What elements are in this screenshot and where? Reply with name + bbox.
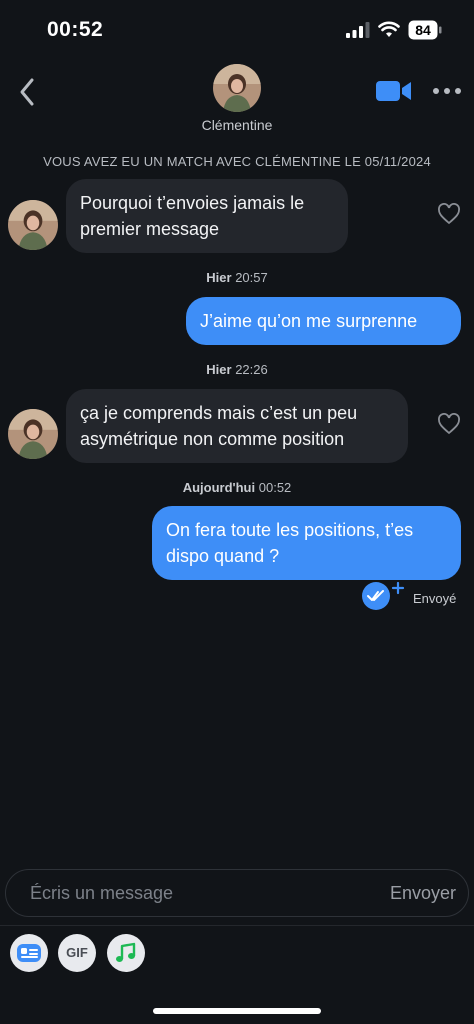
timestamp-time: 00:52 [258, 480, 292, 495]
wifi-icon [378, 21, 400, 37]
id-card-icon [17, 944, 41, 962]
battery-level: 84 [415, 22, 431, 38]
home-indicator[interactable] [153, 1008, 321, 1014]
like-heart-icon[interactable] [437, 203, 461, 225]
send-button[interactable]: Envoyer [390, 883, 456, 904]
timestamp-day: Aujourd'hui [182, 480, 256, 495]
divider [0, 925, 474, 926]
status-time: 00:52 [47, 18, 104, 41]
message-timestamp: Aujourd'hui 00:52 [0, 480, 474, 495]
status-bar: 00:52 84 [0, 0, 474, 60]
message-text-line: asymétrique non comme position [80, 429, 345, 449]
message-input-placeholder: Écris un message [30, 883, 174, 903]
match-banner: VOUS AVEZ EU UN MATCH AVEC CLÉMENTINE LE… [43, 154, 431, 169]
back-chevron-icon[interactable] [16, 76, 40, 108]
message-text-line: Pourquoi t’envoies jamais le [80, 193, 305, 213]
message-text-line: On fera toute les positions, t’es [166, 520, 414, 540]
outgoing-message[interactable]: J’aime qu’on me surprenne [186, 297, 461, 345]
message-timestamp: Hier 22:26 [0, 362, 474, 377]
avatar-photo [8, 200, 58, 250]
message-text-line: ça je comprends mais c’est un peu [80, 403, 358, 423]
timestamp-day: Hier [206, 270, 232, 285]
sent-check-icon [362, 581, 405, 610]
timestamp-time: 20:57 [235, 270, 268, 285]
message-text-line: J’aime qu’on me surprenne [200, 311, 418, 331]
outgoing-message[interactable]: On fera toute les positions, t’es dispo … [152, 506, 461, 580]
sender-avatar[interactable] [8, 200, 58, 250]
contact-avatar[interactable] [213, 64, 261, 112]
video-call-icon[interactable] [375, 79, 413, 103]
message-timestamp: Hier 20:57 [0, 270, 474, 285]
cellular-signal-icon [346, 22, 370, 38]
like-heart-icon[interactable] [437, 413, 461, 435]
avatar-photo [8, 409, 58, 459]
timestamp-day: Hier [206, 362, 232, 377]
message-input[interactable]: Écris un message Envoyer [5, 869, 469, 917]
message-text-line: dispo quand ? [166, 546, 280, 566]
avatar-photo [213, 64, 261, 112]
more-options-icon[interactable] [432, 86, 462, 96]
gif-label: GIF [66, 945, 88, 960]
message-text-line: premier message [80, 219, 220, 239]
incoming-message[interactable]: Pourquoi t’envoies jamais le premier mes… [66, 179, 348, 253]
contact-name[interactable]: Clémentine [137, 117, 337, 133]
delivery-status: Envoyé [413, 591, 457, 606]
timestamp-time: 22:26 [235, 362, 268, 377]
music-button[interactable] [107, 934, 145, 972]
incoming-message[interactable]: ça je comprends mais c’est un peu asymét… [66, 389, 408, 463]
gif-button[interactable]: GIF [58, 934, 96, 972]
sender-avatar[interactable] [8, 409, 58, 459]
profile-card-button[interactable] [10, 934, 48, 972]
music-note-icon [116, 942, 136, 962]
